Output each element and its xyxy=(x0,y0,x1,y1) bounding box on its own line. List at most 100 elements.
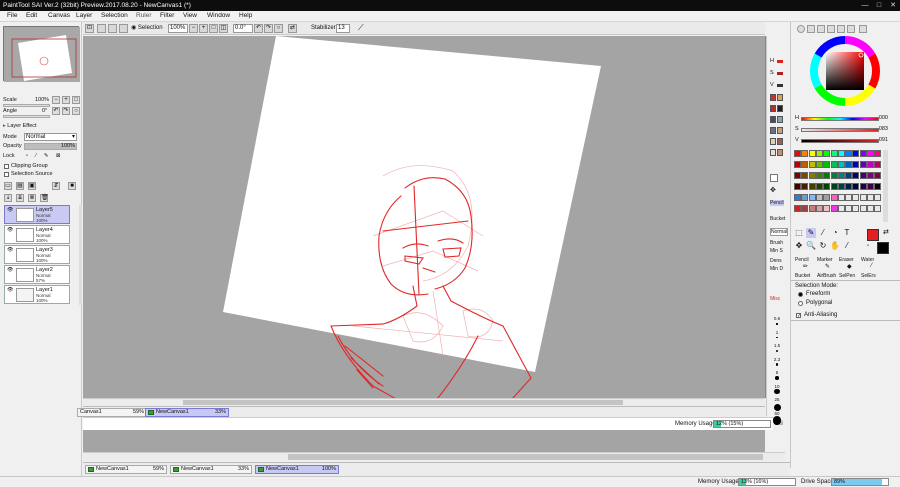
palette-swatch[interactable] xyxy=(867,161,874,168)
palette-swatch[interactable] xyxy=(808,172,816,179)
canvas-tab[interactable]: Canvas1 59% xyxy=(77,408,147,417)
menu-window[interactable]: Window xyxy=(207,12,230,19)
menu-layer[interactable]: Layer xyxy=(76,12,92,19)
palette-swatch[interactable] xyxy=(815,183,823,190)
tool-bucket[interactable]: Bucket xyxy=(795,273,810,279)
menu-filter[interactable]: Filter xyxy=(160,12,174,19)
palette-swatch[interactable] xyxy=(859,205,867,212)
saturation-value[interactable]: 083 xyxy=(879,126,888,133)
mixer-tab[interactable] xyxy=(859,25,867,33)
palette-swatch[interactable] xyxy=(830,150,838,157)
brush-size-dot[interactable] xyxy=(776,350,778,352)
palette-swatch[interactable] xyxy=(859,172,867,179)
canvas-viewport[interactable] xyxy=(83,36,765,398)
palette-swatch[interactable] xyxy=(801,172,809,179)
rotate-ccw-icon[interactable]: ↶ xyxy=(254,24,263,33)
palette-swatch[interactable] xyxy=(874,172,882,179)
h-scrollbar-2-thumb[interactable] xyxy=(288,454,763,460)
palette-swatch[interactable] xyxy=(859,161,867,168)
layer-row[interactable]: 👁 Layer2 Normal 57% xyxy=(4,265,70,284)
palette-swatch[interactable] xyxy=(815,161,823,168)
strip-swatch[interactable] xyxy=(770,94,776,101)
rotate-right-button[interactable]: ↷ xyxy=(62,107,70,115)
palette-swatch[interactable] xyxy=(837,172,845,179)
text-icon[interactable]: T xyxy=(842,228,852,238)
palette-swatch[interactable] xyxy=(830,194,838,201)
palette-swatch[interactable] xyxy=(852,205,860,212)
paste-icon[interactable] xyxy=(119,24,128,33)
palette-swatch[interactable] xyxy=(815,205,823,212)
zoom-out-icon[interactable]: − xyxy=(189,24,198,33)
brush-size-dot[interactable] xyxy=(775,363,779,366)
layer-row[interactable]: 👁 Layer3 Normal 100% xyxy=(4,245,70,264)
brush-size-dot[interactable] xyxy=(775,376,779,380)
palette-swatch[interactable] xyxy=(845,183,853,190)
flip-icon[interactable]: ⇄ xyxy=(288,24,297,33)
tool-selers[interactable]: SelErs xyxy=(861,273,876,279)
new-folder-icon[interactable]: ▤ xyxy=(16,182,24,190)
eye-icon[interactable]: 👁 xyxy=(7,268,13,273)
brush-size-dot[interactable] xyxy=(776,336,778,339)
layer-arrange-icon[interactable]: ⇵ xyxy=(52,182,60,190)
palette-swatch[interactable] xyxy=(852,194,860,201)
menu-canvas[interactable]: Canvas xyxy=(48,12,70,19)
angle-field[interactable]: 0.0° xyxy=(233,24,253,33)
brush-size-dot[interactable] xyxy=(776,323,778,325)
delete-layer-icon[interactable]: 🗑 xyxy=(40,194,49,202)
palette-swatch[interactable] xyxy=(815,150,823,157)
palette-swatch[interactable] xyxy=(823,194,831,201)
palette-swatch[interactable] xyxy=(859,194,867,201)
palette-swatch[interactable] xyxy=(837,161,845,168)
blend-mode-select[interactable]: Normal ▾ xyxy=(24,133,77,141)
rotate-reset-button[interactable]: ○ xyxy=(72,107,80,115)
canvas-tab[interactable]: NewCanvas1 59% xyxy=(85,465,167,474)
palette-swatch[interactable] xyxy=(801,150,809,157)
palette-swatch[interactable] xyxy=(837,150,845,157)
palette-swatch[interactable] xyxy=(859,150,867,157)
stabilizer-select[interactable]: 13 xyxy=(336,24,350,33)
strip-swatch[interactable] xyxy=(777,105,783,112)
palette-swatch[interactable] xyxy=(837,183,845,190)
canvas-tab-active[interactable]: NewCanvas1 100% xyxy=(255,465,339,474)
palette-swatch[interactable] xyxy=(801,205,809,212)
palette-swatch[interactable] xyxy=(801,183,809,190)
palette-swatch[interactable] xyxy=(867,194,874,201)
move-icon[interactable]: ✥ xyxy=(770,186,776,194)
transparent-swatch[interactable] xyxy=(770,174,778,182)
palette-swatch[interactable] xyxy=(852,150,860,157)
palette-swatch[interactable] xyxy=(859,183,867,190)
strip-blend-mode[interactable]: Normal xyxy=(770,228,789,236)
palette-swatch[interactable] xyxy=(867,172,874,179)
palette-swatch[interactable] xyxy=(830,183,838,190)
strip-swatch[interactable] xyxy=(777,138,783,145)
anti-aliasing-checkbox[interactable]: ✓ xyxy=(796,313,801,319)
menu-view[interactable]: View xyxy=(183,12,197,19)
h-scrollbar-thumb[interactable] xyxy=(183,400,623,405)
palette-swatch[interactable] xyxy=(801,161,809,168)
palette-tab[interactable] xyxy=(827,25,835,33)
polygonal-radio[interactable] xyxy=(798,301,803,306)
value-slider[interactable] xyxy=(801,139,879,143)
zoom-out-button[interactable]: − xyxy=(52,96,60,104)
layer-row[interactable]: 👁 Layer5 Normal 100% xyxy=(4,205,70,224)
palette-swatch[interactable] xyxy=(845,194,853,201)
palette-swatch[interactable] xyxy=(845,161,853,168)
strip-tool-bucket[interactable]: Bucket xyxy=(770,216,785,222)
palette-swatch[interactable] xyxy=(830,205,838,212)
zoom-field[interactable]: 100% xyxy=(168,24,188,33)
value-value[interactable]: 091 xyxy=(879,137,888,144)
move-icon[interactable]: ✥ xyxy=(794,241,804,251)
menu-edit[interactable]: Edit xyxy=(26,12,37,19)
scratchpad-tab[interactable] xyxy=(847,25,855,33)
layer-row[interactable]: 👁 Layer1 Normal 100% xyxy=(4,285,70,304)
palette-swatch[interactable] xyxy=(845,172,853,179)
palette-swatch[interactable] xyxy=(867,183,874,190)
brush-size-dot[interactable] xyxy=(773,403,781,411)
palette-swatch[interactable] xyxy=(852,183,860,190)
menu-file[interactable]: File xyxy=(7,12,17,19)
palette-swatch[interactable] xyxy=(845,150,853,157)
canvas-tab-active[interactable]: NewCanvas1 33% xyxy=(145,408,229,417)
strip-swatch[interactable] xyxy=(770,138,776,145)
palette-swatch[interactable] xyxy=(808,183,816,190)
zoom-reset-button[interactable]: □ xyxy=(72,96,80,104)
